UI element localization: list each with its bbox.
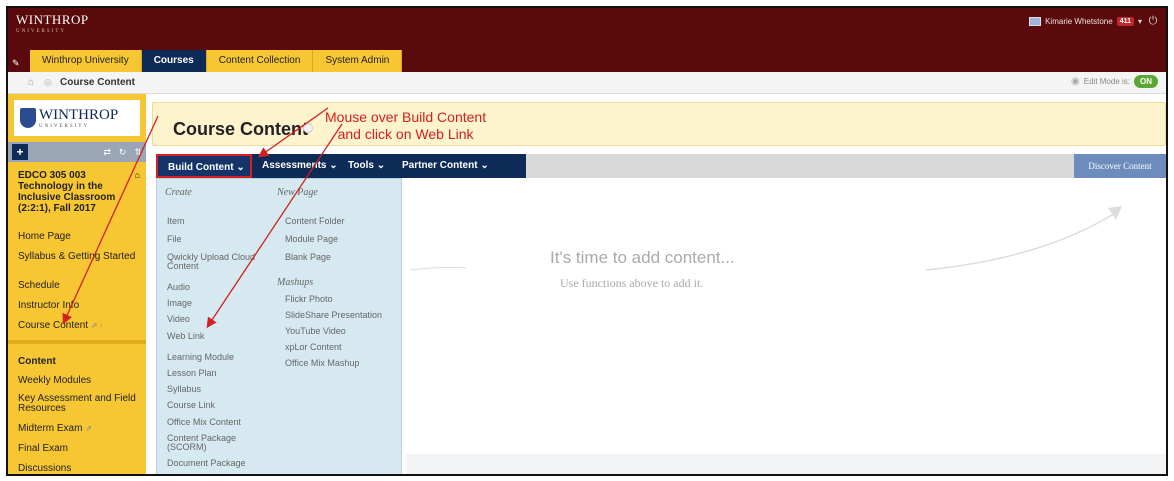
menu-item-video[interactable]: Video	[167, 315, 190, 324]
link-icon: ⇗ ◦	[90, 321, 103, 330]
menu-item-content-package[interactable]: Content Package (SCORM)	[167, 434, 247, 452]
top-bar: WINTHROP UNIVERSITY Kimarie Whetstone 41…	[8, 8, 1166, 44]
notification-badge[interactable]: 411	[1116, 16, 1134, 26]
sidebar-item-discussions[interactable]: Discussions	[18, 464, 136, 474]
edit-mode-toggle[interactable]: ON	[1134, 75, 1158, 88]
circle-icon: ◎	[44, 77, 52, 87]
link-icon: ⇗	[85, 424, 92, 433]
create-heading: Create	[165, 187, 192, 198]
edit-mode-label: Edit Mode is:	[1083, 77, 1130, 86]
main-tabs: Winthrop University Courses Content Coll…	[30, 50, 403, 72]
menu-item-flickr-photo[interactable]: Flickr Photo	[285, 295, 333, 304]
annotation-text: Mouse over Build Content and click on We…	[325, 109, 487, 142]
menu-item-content-folder[interactable]: Content Folder	[285, 217, 345, 226]
tab-courses[interactable]: Courses	[141, 50, 207, 72]
content-area: Course Content Mouse over Build Content …	[152, 94, 1166, 474]
menu-divider	[8, 340, 146, 344]
add-menu-item-button[interactable]: +	[12, 144, 28, 160]
menu-item-lesson-plan[interactable]: Lesson Plan	[167, 369, 217, 378]
menu-item-youtube-video[interactable]: YouTube Video	[285, 327, 346, 336]
empty-state-subtitle: Use functions above to add it.	[560, 276, 704, 290]
home-icon[interactable]: ⌂	[28, 77, 34, 88]
tools-button[interactable]: Tools ⌄	[348, 154, 385, 178]
action-bar-menus: Build Content ⌄ Assessments ⌄ Tools ⌄ Pa…	[156, 154, 526, 178]
mashups-heading: Mashups	[277, 277, 314, 288]
build-content-button[interactable]: Build Content ⌄	[156, 154, 252, 178]
shield-icon	[20, 108, 36, 128]
tab-row: ✎ Winthrop University Courses Content Co…	[8, 44, 1166, 72]
chevron-down-icon[interactable]: ▾	[1138, 17, 1142, 26]
discover-content-button[interactable]: Discover Content	[1074, 154, 1166, 178]
sidebar-item-label: Midterm Exam	[18, 423, 83, 434]
sort-icon[interactable]: ⇅	[134, 147, 142, 158]
page-title: Course Content	[173, 119, 308, 139]
sidebar-item-key-assessment[interactable]: Key Assessment and Field Resources	[18, 394, 136, 414]
pin-icon[interactable]: ✎	[12, 58, 20, 69]
refresh-icon[interactable]: ↻	[119, 147, 127, 158]
assessments-button[interactable]: Assessments ⌄	[262, 154, 338, 178]
edit-mode: ◉ Edit Mode is: ON	[1071, 75, 1158, 88]
menu-item-file[interactable]: File	[167, 235, 182, 244]
sidebar-item-midterm-exam[interactable]: Midterm Exam ⇗	[18, 424, 136, 434]
sidebar-item-schedule[interactable]: Schedule	[18, 281, 136, 291]
home-icon: ⌂	[134, 170, 140, 180]
course-logo: WINTHROP UNIVERSITY	[14, 100, 140, 136]
new-page-heading: New Page	[277, 187, 318, 198]
sidebar-item-label: Course Content	[18, 320, 89, 331]
partner-content-button[interactable]: Partner Content ⌄	[402, 154, 489, 178]
menu-item-course-link[interactable]: Course Link	[167, 401, 215, 410]
sidebar-item-instructor-info[interactable]: Instructor Info	[18, 301, 136, 311]
course-logo-sub: UNIVERSITY	[39, 124, 89, 129]
menu-item-office-mix-content[interactable]: Office Mix Content	[167, 418, 241, 427]
winthrop-logo[interactable]: WINTHROP UNIVERSITY	[16, 12, 89, 34]
annotation-callout: Mouse over Build Content and click on We…	[325, 109, 486, 143]
power-icon[interactable]: ⏻	[1146, 14, 1160, 28]
menu-item-web-link[interactable]: Web Link	[167, 332, 204, 341]
tab-system-admin[interactable]: System Admin	[313, 50, 403, 72]
tab-content-collection[interactable]: Content Collection	[206, 50, 314, 72]
tab-winthrop-university[interactable]: Winthrop University	[30, 50, 142, 72]
menu-item-qwickly-upload[interactable]: Qwickly Upload Cloud Content	[167, 253, 275, 271]
user-menu[interactable]: Kimarie Whetstone 411 ▾ ⏻	[1029, 14, 1160, 28]
sidebar-item-weekly-modules[interactable]: Weekly Modules	[18, 376, 136, 386]
screenshot-frame: WINTHROP UNIVERSITY Kimarie Whetstone 41…	[6, 6, 1168, 476]
course-logo-text: WINTHROP	[39, 107, 119, 123]
menu-item-blank-page[interactable]: Blank Page	[285, 253, 331, 262]
page-header: Course Content Mouse over Build Content …	[152, 102, 1166, 146]
user-name[interactable]: Kimarie Whetstone	[1045, 17, 1113, 26]
eye-icon: ◉	[1071, 76, 1080, 87]
sidebar-item-syllabus[interactable]: Syllabus & Getting Started	[18, 252, 136, 262]
sidebar-heading-content: Content	[18, 356, 56, 367]
menu-item-audio[interactable]: Audio	[167, 283, 190, 292]
menu-item-office-mix-mashup[interactable]: Office Mix Mashup	[285, 359, 359, 368]
user-icon	[1029, 16, 1042, 26]
decorative-arrow-icon	[409, 206, 1122, 271]
sidebar-item-course-content[interactable]: Course Content ⇗ ◦	[18, 321, 136, 331]
course-title[interactable]: EDCO 305 003 Technology in the Inclusive…	[18, 170, 136, 214]
folder-icon[interactable]: ⇄	[103, 147, 111, 158]
menu-item-image[interactable]: Image	[167, 299, 192, 308]
sidebar-item-final-exam[interactable]: Final Exam	[18, 444, 136, 454]
action-bar: Build Content ⌄ Assessments ⌄ Tools ⌄ Pa…	[156, 154, 1166, 178]
bottom-strip	[406, 454, 1166, 474]
menu-toolbar: + ⇄ ↻ ⇅	[8, 142, 146, 162]
course-menu: WINTHROP UNIVERSITY + ⇄ ↻ ⇅ EDCO 305 003…	[8, 94, 146, 474]
menu-item-document-package[interactable]: Document Package	[167, 459, 246, 468]
menu-item-learning-module[interactable]: Learning Module	[167, 353, 234, 362]
menu-item-syllabus[interactable]: Syllabus	[167, 385, 201, 394]
sidebar-item-home-page[interactable]: Home Page	[18, 232, 136, 242]
menu-item-module-page[interactable]: Module Page	[285, 235, 338, 244]
menu-item-item[interactable]: Item	[167, 217, 185, 226]
breadcrumb: ⌂ ◎ Course Content ◉ Edit Mode is: ON	[8, 72, 1166, 94]
empty-content-area: It's time to add content... Use function…	[406, 178, 1166, 474]
build-content-menu: Create Item File Qwickly Upload Cloud Co…	[156, 178, 402, 474]
empty-state-title: It's time to add content...	[550, 248, 735, 267]
menu-item-slideshare[interactable]: SlideShare Presentation	[285, 311, 382, 320]
info-icon[interactable]	[303, 123, 313, 133]
menu-item-xplor-content[interactable]: xpLor Content	[285, 343, 342, 352]
breadcrumb-current: Course Content	[60, 77, 135, 88]
